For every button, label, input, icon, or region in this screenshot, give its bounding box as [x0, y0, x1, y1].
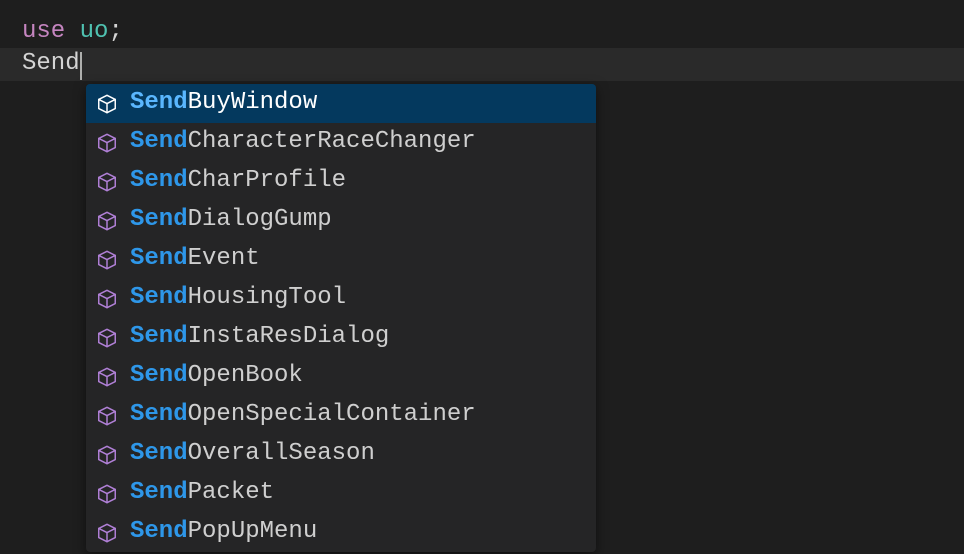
- suggest-item[interactable]: SendPopUpMenu: [86, 513, 596, 552]
- suggest-rest: InstaResDialog: [188, 323, 390, 350]
- module-icon: [96, 249, 118, 271]
- code-line-2[interactable]: Send: [0, 48, 964, 80]
- suggest-item[interactable]: SendInstaResDialog: [86, 318, 596, 357]
- suggest-match: Send: [130, 362, 188, 389]
- suggest-match: Send: [130, 167, 188, 194]
- keyword-use: use: [22, 18, 65, 45]
- suggest-item-label: SendCharacterRaceChanger: [130, 126, 476, 158]
- suggest-item-label: SendOpenSpecialContainer: [130, 399, 476, 431]
- module-icon: [96, 210, 118, 232]
- suggest-item-label: SendInstaResDialog: [130, 321, 389, 353]
- suggest-match: Send: [130, 323, 188, 350]
- suggest-rest: OverallSeason: [188, 440, 375, 467]
- suggest-rest: OpenSpecialContainer: [188, 401, 476, 428]
- suggest-item[interactable]: SendCharProfile: [86, 162, 596, 201]
- suggest-rest: Event: [188, 245, 260, 272]
- module-name: uo: [80, 18, 109, 45]
- module-icon: [96, 288, 118, 310]
- module-icon: [96, 93, 118, 115]
- suggest-item[interactable]: SendBuyWindow: [86, 84, 596, 123]
- suggest-item-label: SendOpenBook: [130, 360, 303, 392]
- suggest-item-label: SendPacket: [130, 477, 274, 509]
- suggest-item[interactable]: SendOpenBook: [86, 357, 596, 396]
- suggest-match: Send: [130, 401, 188, 428]
- suggest-item[interactable]: SendCharacterRaceChanger: [86, 123, 596, 162]
- suggest-item-label: SendCharProfile: [130, 165, 346, 197]
- suggest-match: Send: [130, 479, 188, 506]
- suggest-rest: DialogGump: [188, 206, 332, 233]
- suggest-widget[interactable]: SendBuyWindow SendCharacterRaceChanger S…: [86, 84, 596, 552]
- module-icon: [96, 132, 118, 154]
- suggest-match: Send: [130, 518, 188, 545]
- suggest-match: Send: [130, 440, 188, 467]
- suggest-item-label: SendBuyWindow: [130, 87, 317, 119]
- suggest-match: Send: [130, 89, 188, 116]
- suggest-rest: CharProfile: [188, 167, 346, 194]
- module-icon: [96, 444, 118, 466]
- suggest-rest: CharacterRaceChanger: [188, 128, 476, 155]
- code-editor[interactable]: use uo; Send SendBuyWindow SendCharacter…: [0, 0, 964, 81]
- suggest-rest: HousingTool: [188, 284, 346, 311]
- module-icon: [96, 405, 118, 427]
- suggest-item[interactable]: SendOpenSpecialContainer: [86, 396, 596, 435]
- suggest-item-label: SendDialogGump: [130, 204, 332, 236]
- suggest-match: Send: [130, 206, 188, 233]
- module-icon: [96, 171, 118, 193]
- suggest-item[interactable]: SendOverallSeason: [86, 435, 596, 474]
- suggest-item[interactable]: SendPacket: [86, 474, 596, 513]
- suggest-match: Send: [130, 284, 188, 311]
- suggest-item[interactable]: SendHousingTool: [86, 279, 596, 318]
- suggest-match: Send: [130, 245, 188, 272]
- code-line-1: use uo;: [22, 16, 964, 48]
- suggest-item[interactable]: SendDialogGump: [86, 201, 596, 240]
- module-icon: [96, 366, 118, 388]
- suggest-item-label: SendPopUpMenu: [130, 516, 317, 548]
- suggest-item-label: SendOverallSeason: [130, 438, 375, 470]
- typed-text: Send: [22, 50, 80, 77]
- semicolon: ;: [108, 18, 122, 45]
- module-icon: [96, 483, 118, 505]
- module-icon: [96, 327, 118, 349]
- suggest-match: Send: [130, 128, 188, 155]
- suggest-item-label: SendHousingTool: [130, 282, 346, 314]
- suggest-rest: BuyWindow: [188, 89, 318, 116]
- suggest-rest: OpenBook: [188, 362, 303, 389]
- text-cursor: [80, 52, 82, 80]
- suggest-rest: PopUpMenu: [188, 518, 318, 545]
- suggest-item-label: SendEvent: [130, 243, 260, 275]
- suggest-rest: Packet: [188, 479, 274, 506]
- module-icon: [96, 522, 118, 544]
- suggest-item[interactable]: SendEvent: [86, 240, 596, 279]
